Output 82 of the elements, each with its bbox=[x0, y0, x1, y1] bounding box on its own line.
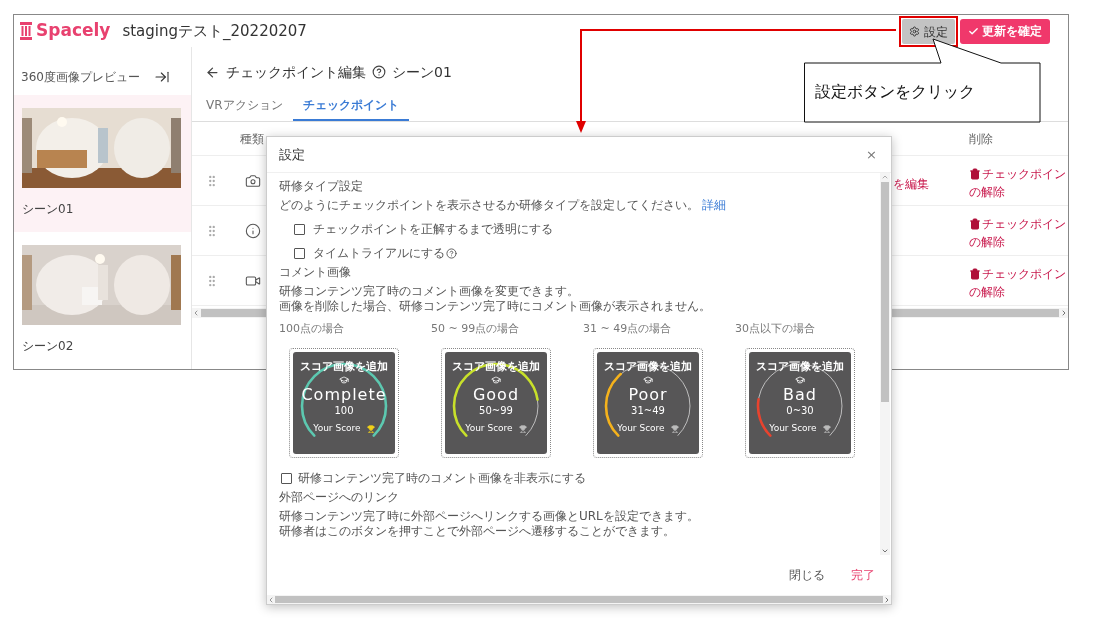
checkbox-label: 研修コンテンツ完了時のコメント画像を非表示にする bbox=[298, 470, 586, 487]
callout-text: 設定ボタンをクリック bbox=[815, 81, 975, 103]
dialog-title: 設定 bbox=[279, 145, 305, 164]
delete-link[interactable]: の解除 bbox=[969, 233, 1005, 251]
checkbox-label: チェックポイントを正解するまで透明にする bbox=[313, 221, 553, 238]
your-score-text: Your Score bbox=[465, 423, 513, 434]
done-button[interactable]: 完了 bbox=[851, 566, 875, 584]
scrollbar-thumb[interactable] bbox=[881, 182, 889, 402]
range-label: 100点の場合 bbox=[279, 322, 344, 336]
description-text: 研修コンテンツ完了時に外部ページへリンクする画像とURLを設定できます。 bbox=[279, 509, 699, 524]
scroll-left-icon[interactable] bbox=[192, 309, 200, 317]
trash-icon[interactable] bbox=[969, 268, 981, 280]
project-title: stagingテスト_20220207 bbox=[122, 20, 307, 42]
your-score-text: Your Score bbox=[617, 423, 665, 434]
graduation-cap-icon bbox=[795, 375, 805, 385]
close-text-button[interactable]: 閉じる bbox=[789, 566, 825, 584]
delete-link[interactable]: の解除 bbox=[969, 283, 1005, 301]
logo-text: Spacely bbox=[36, 19, 111, 43]
vertical-scrollbar[interactable] bbox=[880, 173, 890, 555]
scene-name: シーン02 bbox=[22, 339, 75, 353]
delete-link[interactable]: の解除 bbox=[969, 183, 1005, 201]
trash-icon[interactable] bbox=[969, 218, 981, 230]
checkbox[interactable] bbox=[281, 472, 292, 484]
page-title: チェックポイント編集 bbox=[226, 62, 366, 82]
checkbox[interactable] bbox=[294, 223, 305, 235]
description-text: どのようにチェックポイントを表示させるか研修タイプを設定してください。 bbox=[279, 198, 699, 213]
graduation-cap-icon bbox=[643, 375, 653, 385]
add-image-text: スコア画像を追加 bbox=[604, 361, 692, 373]
sidebar-title: 360度画像プレビュー bbox=[21, 69, 140, 86]
details-link[interactable]: 詳細 bbox=[702, 198, 726, 213]
help-icon[interactable] bbox=[372, 65, 386, 79]
description-text: 画像を削除した場合、研修コンテンツ完了時にコメント画像が表示されません。 bbox=[279, 299, 711, 314]
help-icon[interactable] bbox=[446, 247, 457, 259]
check-icon bbox=[968, 25, 979, 37]
settings-icon bbox=[909, 26, 920, 37]
pillar-logo-icon bbox=[20, 22, 32, 40]
horizontal-scrollbar[interactable] bbox=[267, 595, 891, 604]
score-range: 0~30 bbox=[786, 405, 814, 417]
score-range: 50~99 bbox=[479, 405, 513, 417]
graduation-cap-icon bbox=[491, 375, 501, 385]
add-image-text: スコア画像を追加 bbox=[756, 361, 844, 373]
description-text: 研修コンテンツ完了時のコメント画像を変更できます。 bbox=[279, 284, 579, 299]
range-label: 50 ~ 99点の場合 bbox=[431, 322, 520, 336]
column-header: 削除 bbox=[969, 130, 994, 148]
score-range: 100 bbox=[334, 405, 354, 417]
result-word: Good bbox=[472, 385, 520, 404]
range-label: 31 ~ 49点の場合 bbox=[583, 322, 672, 336]
description-text: 研修者はこのボタンを押すことで外部ページへ遷移することができます。 bbox=[279, 524, 675, 539]
checkbox[interactable] bbox=[294, 247, 305, 259]
section-heading: コメント画像 bbox=[279, 265, 351, 280]
tab[interactable]: チェックポイント bbox=[292, 91, 409, 121]
score-range: 31~49 bbox=[631, 405, 665, 417]
tab[interactable]: VRアクション bbox=[196, 91, 293, 121]
scroll-left-icon[interactable] bbox=[267, 595, 275, 604]
info-icon bbox=[245, 222, 261, 239]
your-score-text: Your Score bbox=[769, 423, 817, 434]
confirm-button[interactable]: 更新を確定 bbox=[960, 18, 1050, 44]
delete-link[interactable]: チェックポイン bbox=[982, 165, 1066, 183]
camera-icon bbox=[245, 172, 261, 189]
trash-icon[interactable] bbox=[969, 168, 981, 180]
result-word: Bad bbox=[783, 385, 817, 404]
checkbox-label: タイムトライアルにする bbox=[313, 245, 445, 262]
scene-name: シーン01 bbox=[22, 202, 75, 216]
column-header: 種類 bbox=[240, 130, 264, 148]
settings-button[interactable]: 設定 bbox=[902, 19, 955, 44]
scene-title: シーン01 bbox=[392, 62, 452, 82]
scroll-down-icon[interactable] bbox=[881, 547, 889, 555]
delete-link[interactable]: チェックポイン bbox=[982, 215, 1066, 233]
scroll-right-icon[interactable] bbox=[883, 595, 891, 604]
range-label: 30点以下の場合 bbox=[735, 322, 815, 336]
result-word: Poor bbox=[628, 385, 668, 404]
edit-link[interactable]: を編集 bbox=[893, 177, 929, 191]
graduation-cap-icon bbox=[339, 375, 349, 385]
scrollbar-thumb[interactable] bbox=[275, 596, 883, 603]
close-button[interactable]: × bbox=[866, 144, 877, 165]
scroll-right-icon[interactable] bbox=[1060, 309, 1068, 317]
delete-link[interactable]: チェックポイン bbox=[982, 265, 1066, 283]
section-heading: 外部ページへのリンク bbox=[279, 490, 399, 505]
your-score-text: Your Score bbox=[313, 423, 361, 434]
section-heading: 研修タイプ設定 bbox=[279, 179, 363, 194]
collapse-icon[interactable] bbox=[153, 69, 170, 85]
scene-item[interactable]: シーン01 bbox=[14, 95, 191, 232]
